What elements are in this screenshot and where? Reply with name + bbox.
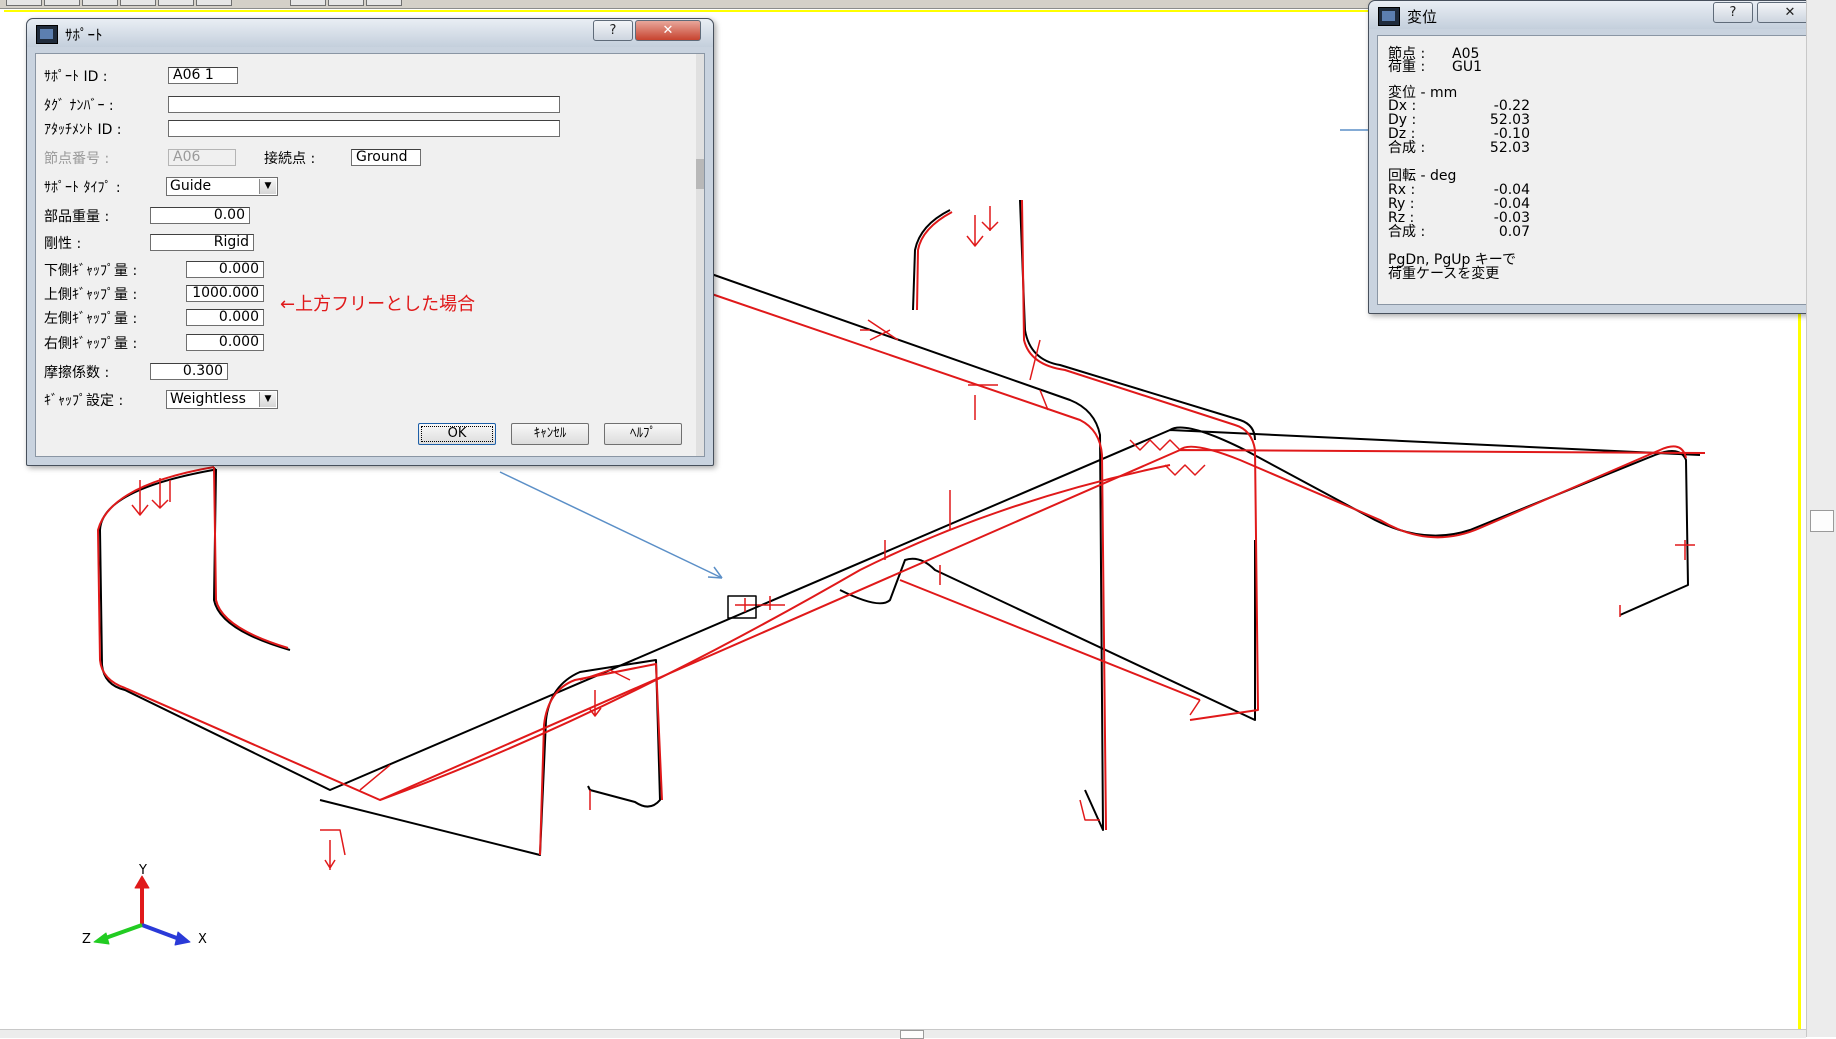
upper-gap-label: 上側ｷﾞｬｯﾌﾟ量 :	[44, 287, 138, 303]
support-dialog-body: ｻﾎﾟｰﾄ ID : A06 1 ﾀｸﾞ ﾅﾝﾊﾞｰ : ｱﾀｯﾁﾒﾝﾄ ID …	[35, 53, 705, 457]
lower-gap-label: 下側ｷﾞｬｯﾌﾟ量 :	[44, 263, 138, 279]
chevron-down-icon[interactable]: ▼	[259, 179, 276, 194]
gap-setting-value: Weightless	[170, 391, 246, 407]
z-axis-label: Z	[82, 932, 91, 947]
axis-triad	[99, 885, 183, 942]
upper-gap-field[interactable]: 1000.000	[186, 285, 264, 302]
node-number-label: 節点番号 :	[44, 151, 110, 167]
friction-field[interactable]: 0.300	[150, 363, 228, 380]
app-icon	[1378, 7, 1400, 26]
scrollbar-thumb[interactable]	[900, 1030, 924, 1039]
load-value: GU1	[1452, 59, 1483, 75]
ok-button[interactable]: OK	[418, 423, 496, 445]
support-id-label: ｻﾎﾟｰﾄ ID :	[44, 69, 108, 85]
stiffness-label: 剛性 :	[44, 236, 82, 252]
gap-setting-label: ｷﾞｬｯﾌﾟ設定 :	[44, 393, 124, 409]
rot-value: 0.07	[1498, 224, 1530, 240]
displacement-window: 変位 ? ✕ 節点 : A05 荷重 : GU1 変位 - mm Dx : -0…	[1368, 0, 1834, 314]
load-label: 荷重 :	[1388, 59, 1426, 75]
attachment-id-field[interactable]	[168, 120, 560, 137]
cancel-button[interactable]: ｷｬﾝｾﾙ	[511, 423, 589, 445]
disp-value: 52.03	[1489, 140, 1530, 156]
support-type-select[interactable]: Guide ▼	[166, 177, 278, 196]
gap-setting-select[interactable]: Weightless ▼	[166, 390, 278, 409]
disp-label: 合成 :	[1388, 140, 1426, 156]
left-gap-field[interactable]: 0.000	[186, 309, 264, 326]
x-axis-label: X	[198, 932, 207, 947]
displacement-window-title: 変位	[1407, 8, 1438, 26]
help-button[interactable]: ﾍﾙﾌﾟ	[604, 423, 682, 445]
scrollbar-thumb[interactable]	[1810, 510, 1834, 532]
connection-point-label: 接続点 :	[264, 151, 316, 167]
support-dialog-titlebar[interactable]: ｻﾎﾟｰﾄ ? ✕	[27, 19, 713, 47]
dialog-scrollbar[interactable]	[696, 54, 704, 456]
component-weight-label: 部品重量 :	[44, 209, 110, 225]
support-id-field[interactable]: A06 1	[168, 67, 238, 84]
chevron-down-icon[interactable]: ▼	[259, 392, 276, 407]
support-dialog: ｻﾎﾟｰﾄ ? ✕ ｻﾎﾟｰﾄ ID : A06 1 ﾀｸﾞ ﾅﾝﾊﾞｰ : ｱ…	[26, 18, 714, 466]
stiffness-field[interactable]: Rigid	[150, 234, 254, 251]
support-type-value: Guide	[170, 178, 212, 194]
tag-number-field[interactable]	[168, 96, 560, 113]
left-gap-label: 左側ｷﾞｬｯﾌﾟ量 :	[44, 311, 138, 327]
hint-line-2: 荷重ケースを変更	[1388, 266, 1500, 282]
help-icon[interactable]: ?	[593, 20, 633, 41]
right-gap-field[interactable]: 0.000	[186, 334, 264, 351]
node-number-field: A06	[168, 149, 236, 166]
vertical-scrollbar[interactable]	[1806, 0, 1836, 1037]
connection-point-field[interactable]: Ground	[351, 149, 421, 166]
rot-label: 合成 :	[1388, 224, 1426, 240]
y-axis-label: Y	[139, 863, 147, 878]
displacement-window-body: 節点 : A05 荷重 : GU1 変位 - mm Dx : -0.22 Dy …	[1377, 35, 1825, 305]
selected-node-marker	[727, 595, 757, 619]
upper-free-annotation: ←上方フリーとした場合	[280, 294, 476, 315]
close-icon[interactable]: ✕	[635, 20, 701, 41]
support-type-label: ｻﾎﾟｰﾄ ﾀｲﾌﾟ :	[44, 180, 121, 196]
attachment-id-label: ｱﾀｯﾁﾒﾝﾄ ID :	[44, 122, 122, 138]
lower-gap-field[interactable]: 0.000	[186, 261, 264, 278]
help-icon[interactable]: ?	[1713, 2, 1753, 23]
tag-number-label: ﾀｸﾞ ﾅﾝﾊﾞｰ :	[44, 98, 114, 114]
right-gap-label: 右側ｷﾞｬｯﾌﾟ量 :	[44, 336, 138, 352]
app-icon	[36, 25, 58, 44]
support-dialog-title: ｻﾎﾟｰﾄ	[65, 26, 103, 44]
friction-label: 摩擦係数 :	[44, 365, 110, 381]
displacement-window-titlebar[interactable]: 変位 ? ✕	[1369, 1, 1833, 29]
component-weight-field[interactable]: 0.00	[150, 207, 250, 224]
